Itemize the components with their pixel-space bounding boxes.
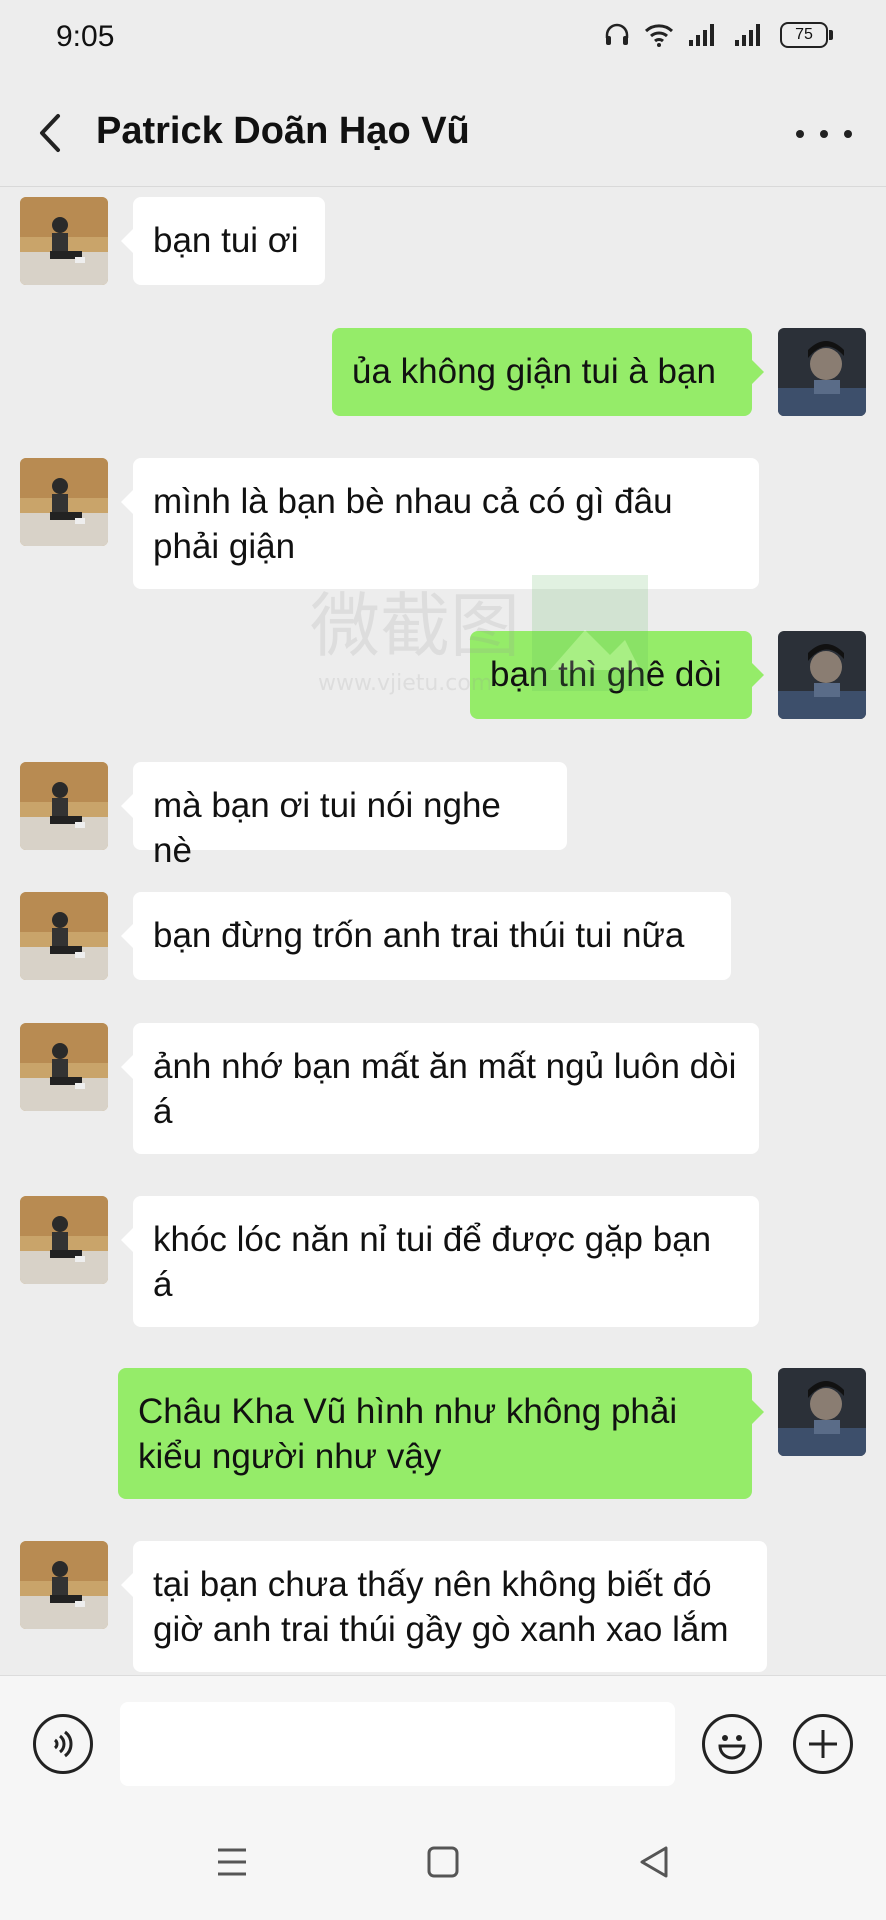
signal-icon-1: [689, 24, 714, 46]
input-bar: [0, 1675, 886, 1806]
home-icon[interactable]: [421, 1840, 465, 1884]
emoji-icon: [718, 1735, 746, 1760]
signal-icon-2: [735, 24, 760, 46]
outgoing-message[interactable]: bạn thì ghê dòi: [470, 631, 764, 719]
status-icons: 75: [604, 22, 833, 48]
my-avatar[interactable]: [778, 631, 866, 719]
chat-header: Patrick Doãn Hạo Vũ: [0, 80, 886, 187]
contact-avatar[interactable]: [20, 197, 108, 285]
headset-icon: [605, 23, 629, 45]
voice-icon: [53, 1730, 73, 1758]
contact-avatar[interactable]: [20, 458, 108, 546]
contact-avatar[interactable]: [20, 1196, 108, 1284]
contact-avatar[interactable]: [20, 892, 108, 980]
wifi-icon: [644, 24, 674, 47]
chat-title: Patrick Doãn Hạo Vũ: [96, 110, 470, 152]
my-avatar[interactable]: [778, 1368, 866, 1456]
incoming-message[interactable]: ảnh nhớ bạn mất ăn mất ngủ luôn dòi á: [121, 1023, 759, 1154]
incoming-message[interactable]: khóc lóc năn nỉ tui để được gặp bạn á: [121, 1196, 759, 1327]
emoji-button[interactable]: [702, 1714, 762, 1774]
plus-icon: [809, 1730, 837, 1758]
back-arrow-icon[interactable]: [30, 108, 74, 158]
contact-avatar[interactable]: [20, 762, 108, 850]
incoming-message[interactable]: bạn đừng trốn anh trai thúi tui nữa: [121, 892, 731, 980]
contact-avatar[interactable]: [20, 1541, 108, 1629]
outgoing-message[interactable]: ủa không giận tui à bạn: [332, 328, 764, 416]
incoming-message[interactable]: mình là bạn bè nhau cả có gì đâu phải gi…: [121, 458, 759, 589]
contact-avatar[interactable]: [20, 1023, 108, 1111]
back-triangle-icon[interactable]: [632, 1840, 676, 1884]
status-bar: 9:05 75: [0, 0, 886, 80]
system-nav-bar: [0, 1805, 886, 1920]
incoming-message[interactable]: mà bạn ơi tui nói nghe nè: [121, 762, 567, 870]
menu-icon[interactable]: [210, 1840, 254, 1884]
my-avatar[interactable]: [778, 328, 866, 416]
more-dots-icon[interactable]: [796, 116, 852, 152]
battery-icon: 75: [780, 22, 833, 48]
outgoing-message[interactable]: Châu Kha Vũ hình như không phải kiểu ngư…: [118, 1368, 764, 1499]
incoming-message[interactable]: bạn tui ơi: [121, 197, 325, 285]
plus-button[interactable]: [793, 1714, 853, 1774]
message-list[interactable]: bạn tui ơi ủa không giận tui à bạn mình là…: [0, 187, 886, 1675]
incoming-message[interactable]: tại bạn chưa thấy nên không biết đó giờ …: [121, 1541, 767, 1672]
message-input[interactable]: [120, 1702, 675, 1786]
voice-button[interactable]: [33, 1714, 93, 1774]
status-time: 9:05: [56, 20, 115, 53]
